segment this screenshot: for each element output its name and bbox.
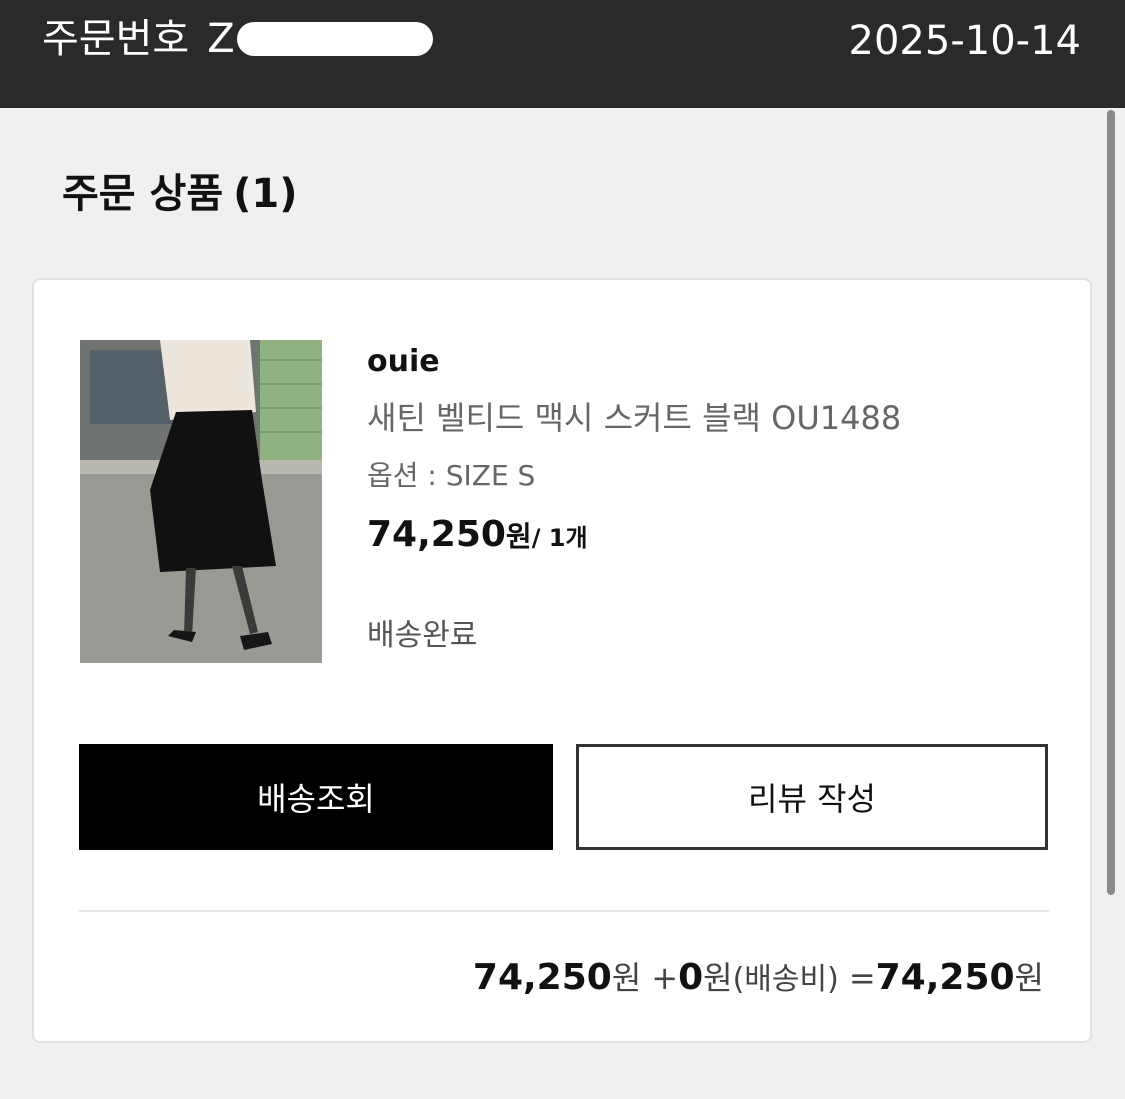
divider <box>79 910 1049 912</box>
delivery-status: 배송완료 <box>367 618 478 653</box>
section-title-label: 주문 상품 <box>62 171 224 217</box>
order-number-redaction <box>236 22 433 56</box>
scrollbar[interactable] <box>1107 0 1115 1099</box>
total-plus-sign: + <box>651 959 679 997</box>
order-item-card: ouie 새틴 벨티드 맥시 스커트 블랙 OU1488 옵션 : SIZE S… <box>32 278 1092 1043</box>
order-number-label: 주문번호 <box>42 16 190 62</box>
order-number-prefix: Z <box>207 16 235 62</box>
total-item-unit: 원 <box>611 959 642 997</box>
shipping-fee-label: (배송비) <box>732 962 839 997</box>
grand-total-amount: 74,250 <box>875 957 1015 998</box>
product-image[interactable] <box>80 340 322 663</box>
section-item-count: (1) <box>233 171 298 217</box>
order-number: Z <box>207 14 433 64</box>
write-review-button[interactable]: 리뷰 작성 <box>576 744 1048 850</box>
scrollbar-thumb[interactable] <box>1107 110 1115 895</box>
product-price: 74,250 <box>367 514 506 555</box>
product-price-line: 74,250원/ 1개 <box>367 512 588 564</box>
section-title: 주문 상품 (1) <box>62 166 298 222</box>
total-equals-sign: = <box>848 959 876 997</box>
total-item-amount: 74,250 <box>472 957 612 998</box>
product-price-unit: 원 <box>505 520 532 553</box>
product-quantity: / 1개 <box>531 524 588 552</box>
shipping-fee-amount: 0 <box>678 957 704 998</box>
product-brand[interactable]: ouie <box>367 340 440 384</box>
track-delivery-button[interactable]: 배송조회 <box>79 744 553 850</box>
grand-total-unit: 원 <box>1014 959 1044 997</box>
shipping-fee-unit: 원 <box>703 959 733 997</box>
order-date: 2025-10-14 <box>848 18 1081 64</box>
product-name[interactable]: 새틴 벨티드 맥시 스커트 블랙 OU1488 <box>367 396 901 440</box>
order-header: 주문번호 Z 2025-10-14 <box>0 0 1125 108</box>
order-number-row: 주문번호 Z <box>42 14 433 64</box>
product-option: 옵션 : SIZE S <box>367 459 536 492</box>
order-total-summary: 74,250원 +0원(배송비) =74,250원 <box>473 954 1044 1008</box>
